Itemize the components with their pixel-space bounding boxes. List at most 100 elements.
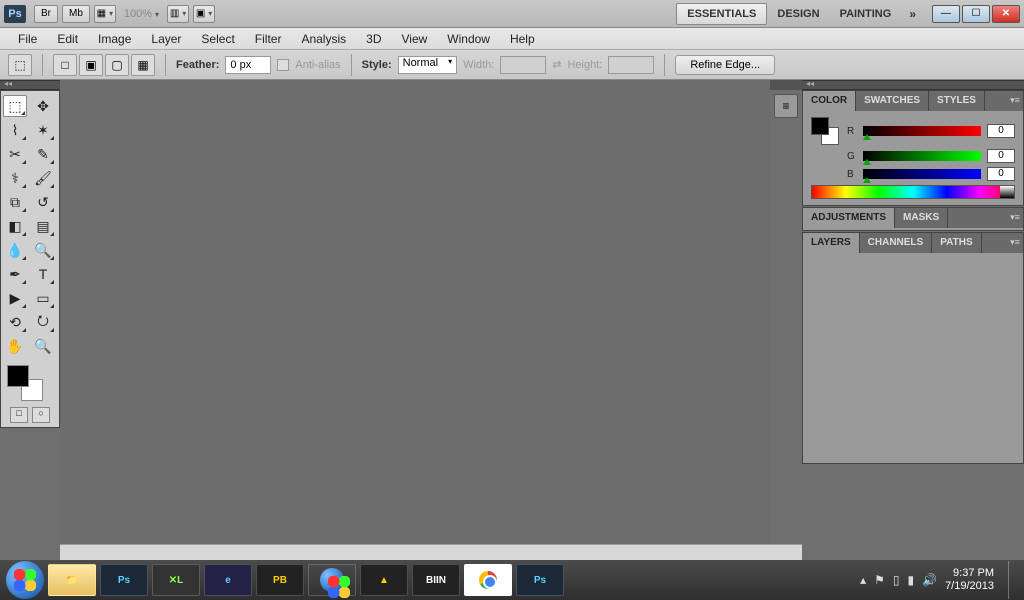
history-panel-icon[interactable]: ≡ <box>774 94 798 118</box>
tool-eyedropper[interactable]: ✎ <box>31 143 55 165</box>
refine-edge-button[interactable]: Refine Edge... <box>675 55 775 75</box>
menu-file[interactable]: File <box>8 30 47 48</box>
menu-3d[interactable]: 3D <box>356 30 391 48</box>
g-value[interactable]: 0 <box>987 149 1015 163</box>
tool-blur[interactable]: 💧 <box>3 239 27 261</box>
menu-view[interactable]: View <box>391 30 437 48</box>
r-slider[interactable] <box>863 126 981 136</box>
menu-layer[interactable]: Layer <box>141 30 191 48</box>
b-value[interactable]: 0 <box>987 167 1015 181</box>
window-minimize-button[interactable]: — <box>932 5 960 23</box>
taskbar-chrome[interactable] <box>464 564 512 596</box>
tray-network-icon[interactable]: ▮ <box>908 573 915 587</box>
color-panel-swatches[interactable] <box>811 117 841 145</box>
tool-pen[interactable]: ✒ <box>3 263 27 285</box>
tool-healing[interactable]: ⚕ <box>3 167 27 189</box>
new-selection-icon[interactable]: □ <box>53 54 77 76</box>
tool-crop[interactable]: ✂ <box>3 143 27 165</box>
screen-mode-dropdown[interactable]: ▣ <box>193 5 215 23</box>
g-slider[interactable] <box>863 151 981 161</box>
menu-select[interactable]: Select <box>191 30 244 48</box>
add-selection-icon[interactable]: ▣ <box>79 54 103 76</box>
taskbar-xl[interactable]: ✕L <box>152 564 200 596</box>
workspace-essentials[interactable]: ESSENTIALS <box>676 3 767 25</box>
tool-eraser[interactable]: ◧ <box>3 215 27 237</box>
menu-window[interactable]: Window <box>437 30 500 48</box>
menu-image[interactable]: Image <box>88 30 141 48</box>
layers-panel-menu-icon[interactable]: ▾≡ <box>1007 233 1023 253</box>
tool-shape[interactable]: ▭ <box>31 287 55 309</box>
tool-type[interactable]: T <box>31 263 55 285</box>
view-extras-dropdown[interactable]: ▦ <box>94 5 116 23</box>
toolbox-grip[interactable] <box>0 80 60 90</box>
arrange-documents-dropdown[interactable]: ▥ <box>167 5 189 23</box>
taskbar-pb[interactable]: PB <box>256 564 304 596</box>
tool-3d-orbit[interactable]: ⭮ <box>31 311 55 333</box>
tab-paths[interactable]: PATHS <box>932 233 981 253</box>
workspace-design[interactable]: DESIGN <box>767 4 829 24</box>
tool-hand[interactable]: ✋ <box>3 335 27 357</box>
dock-grip[interactable] <box>770 80 802 90</box>
tool-lasso[interactable]: ⌇ <box>3 119 27 141</box>
standard-mode-button[interactable]: □ <box>10 407 28 423</box>
tool-marquee[interactable]: ⬚ <box>3 95 27 117</box>
taskbar-photoshop-2[interactable]: Ps <box>516 564 564 596</box>
taskbar-mediacenter[interactable] <box>308 564 356 596</box>
tool-3d-rotate[interactable]: ⟲ <box>3 311 27 333</box>
tool-dodge[interactable]: 🔍 <box>31 239 55 261</box>
color-panel-menu-icon[interactable]: ▾≡ <box>1007 91 1023 111</box>
tool-gradient[interactable]: ▤ <box>31 215 55 237</box>
intersect-selection-icon[interactable]: ▦ <box>131 54 155 76</box>
tab-adjustments[interactable]: ADJUSTMENTS <box>803 208 895 228</box>
tray-volume-icon[interactable]: 🔊 <box>922 573 937 587</box>
tool-quick-select[interactable]: ✶ <box>31 119 55 141</box>
color-swatches[interactable] <box>3 363 57 403</box>
panels-grip[interactable] <box>802 80 1024 90</box>
color-spectrum[interactable] <box>811 185 1015 199</box>
tray-flag-icon[interactable]: ⚑ <box>874 573 885 587</box>
horizontal-scrollbar[interactable] <box>60 544 802 560</box>
minibridge-button[interactable]: Mb <box>62 5 90 23</box>
window-close-button[interactable]: ✕ <box>992 5 1020 23</box>
panel-fg-swatch[interactable] <box>811 117 829 135</box>
menu-help[interactable]: Help <box>500 30 545 48</box>
menu-edit[interactable]: Edit <box>47 30 88 48</box>
current-tool-icon[interactable]: ⬚ <box>8 54 32 76</box>
tab-color[interactable]: COLOR <box>803 91 856 111</box>
workspace-more-icon[interactable]: » <box>901 7 924 21</box>
menu-analysis[interactable]: Analysis <box>291 30 356 48</box>
feather-input[interactable] <box>225 56 271 74</box>
start-button[interactable] <box>6 561 44 599</box>
taskbar-photoshop[interactable]: Ps <box>100 564 148 596</box>
tab-channels[interactable]: CHANNELS <box>860 233 933 253</box>
taskbar-ie[interactable]: e <box>204 564 252 596</box>
tab-masks[interactable]: MASKS <box>895 208 948 228</box>
subtract-selection-icon[interactable]: ▢ <box>105 54 129 76</box>
tab-styles[interactable]: STYLES <box>929 91 985 111</box>
tool-history-brush[interactable]: ↺ <box>31 191 55 213</box>
b-slider[interactable] <box>863 169 981 179</box>
menu-filter[interactable]: Filter <box>245 30 292 48</box>
foreground-color-swatch[interactable] <box>7 365 29 387</box>
bridge-button[interactable]: Br <box>34 5 58 23</box>
taskbar-aimp[interactable]: ▲ <box>360 564 408 596</box>
tool-move[interactable]: ✥ <box>31 95 55 117</box>
quick-mask-button[interactable]: ○ <box>32 407 50 423</box>
tool-zoom[interactable]: 🔍 <box>31 335 55 357</box>
workspace-painting[interactable]: PAINTING <box>830 4 902 24</box>
tool-stamp[interactable]: ⧉ <box>3 191 27 213</box>
tab-layers[interactable]: LAYERS <box>803 233 860 253</box>
r-value[interactable]: 0 <box>987 124 1015 138</box>
adjustments-panel-menu-icon[interactable]: ▾≡ <box>1007 208 1023 228</box>
tab-swatches[interactable]: SWATCHES <box>856 91 929 111</box>
taskbar-biin[interactable]: BIIN <box>412 564 460 596</box>
style-select[interactable]: Normal <box>398 56 457 74</box>
tray-show-hidden-icon[interactable]: ▴ <box>860 573 866 587</box>
window-maximize-button[interactable]: ☐ <box>962 5 990 23</box>
tray-battery-icon[interactable]: ▯ <box>893 573 900 587</box>
zoom-level[interactable]: 100% <box>124 8 159 20</box>
taskbar-explorer[interactable]: 📁 <box>48 564 96 596</box>
taskbar-clock[interactable]: 9:37 PM 7/19/2013 <box>945 567 1000 593</box>
show-desktop-button[interactable] <box>1008 561 1018 599</box>
tool-brush[interactable]: 🖌 <box>31 167 55 189</box>
